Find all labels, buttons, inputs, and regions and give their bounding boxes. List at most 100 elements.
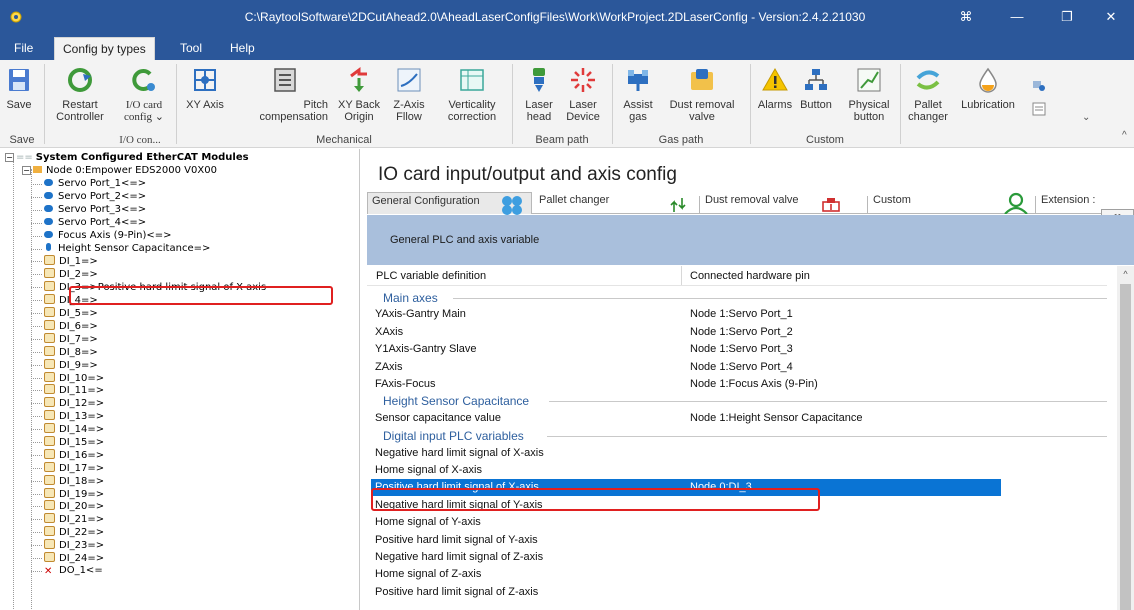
- hardware-pin-cell[interactable]: Node 1:Servo Port_2: [690, 325, 793, 340]
- xy-axis-button[interactable]: XY Axis: [182, 62, 228, 132]
- xy-back-origin-button[interactable]: XY Back Origin: [336, 62, 382, 132]
- menu-help[interactable]: Help: [222, 37, 263, 60]
- plc-variable-name[interactable]: Sensor capacitance value: [375, 411, 501, 426]
- pallet-changer-button[interactable]: Pallet changer: [906, 62, 950, 132]
- plc-variable-name[interactable]: Negative hard limit signal of X-axis: [375, 446, 544, 461]
- z-axis-follow-icon: [397, 68, 421, 92]
- hardware-pin-cell[interactable]: Node 1:Height Sensor Capacitance: [690, 411, 862, 426]
- tree-di-item[interactable]: DI_16=>: [44, 449, 104, 461]
- laser-head-button[interactable]: Laser head: [520, 62, 558, 132]
- hardware-pin-cell[interactable]: Node 1:Focus Axis (9-Pin): [690, 377, 818, 392]
- plc-variable-name[interactable]: Home signal of Y-axis: [375, 515, 481, 530]
- pallet-changer-icon: [916, 70, 940, 90]
- plc-variable-name[interactable]: Negative hard limit signal of Z-axis: [375, 550, 543, 565]
- small-settings-icon[interactable]: [1032, 78, 1046, 92]
- tree-di-item[interactable]: DI_7=>: [44, 333, 98, 345]
- tree-item-label: DI_20=>: [59, 501, 105, 512]
- tree-axis-item[interactable]: Focus Axis (9-Pin)<=>: [44, 230, 172, 242]
- button-config-button[interactable]: Button: [796, 62, 836, 132]
- hardware-pin-cell[interactable]: Node 1:Servo Port_4: [690, 360, 793, 375]
- plc-variable-name[interactable]: ZAxis: [375, 360, 403, 375]
- tree-di-item[interactable]: DI_17=>: [44, 462, 104, 474]
- column-header-hardware-pin[interactable]: Connected hardware pin: [690, 269, 810, 284]
- digital-input-icon: [44, 500, 55, 510]
- plc-variable-name[interactable]: XAxis: [375, 325, 403, 340]
- plc-variable-name[interactable]: Positive hard limit signal of Z-axis: [375, 585, 538, 600]
- tree-di-item[interactable]: DI_22=>: [44, 526, 104, 538]
- plc-variable-name[interactable]: Home signal of X-axis: [375, 463, 482, 478]
- plc-variable-name[interactable]: FAxis-Focus: [375, 377, 436, 392]
- tab-extension[interactable]: Extension :: [1037, 192, 1101, 214]
- tree-di-item[interactable]: DI_11=>: [44, 384, 104, 396]
- menu-tool[interactable]: Tool: [172, 37, 210, 60]
- servo-port-icon: [44, 231, 53, 238]
- dust-removal-valve-button[interactable]: Dust removal valve: [660, 62, 744, 132]
- tree-di-item[interactable]: DI_8=>: [44, 346, 98, 358]
- tree-di-item[interactable]: DI_14=>: [44, 423, 104, 435]
- lubrication-button[interactable]: Lubrication: [958, 62, 1018, 132]
- ribbon-expand-chevron-icon[interactable]: ⌄: [1082, 112, 1090, 123]
- tree-di-item[interactable]: DI_12=>: [44, 397, 104, 409]
- tree-guide: [31, 455, 42, 456]
- io-card-config-button[interactable]: I/O card config ⌄: [116, 62, 172, 132]
- scroll-thumb[interactable]: [1120, 284, 1131, 610]
- tab-dust-removal-valve[interactable]: Dust removal valve: [701, 192, 831, 214]
- tree-axis-item[interactable]: Height Sensor Capacitance=>: [44, 243, 210, 255]
- verticality-correction-button[interactable]: Verticality correction: [440, 62, 504, 132]
- alarms-button[interactable]: Alarms: [756, 62, 794, 132]
- pitch-compensation-button[interactable]: Pitch compensation: [240, 62, 330, 132]
- tree-di-item[interactable]: DI_24=>: [44, 552, 104, 564]
- tab-pallet-changer[interactable]: Pallet changer: [535, 192, 660, 214]
- scroll-up-icon[interactable]: ^: [1117, 266, 1134, 283]
- tree-di-item[interactable]: DI_9=>: [44, 359, 98, 371]
- tree-di-item[interactable]: DI_18=>: [44, 475, 104, 487]
- tree-di-item[interactable]: DI_20=>: [44, 500, 104, 512]
- tree-item-label: DI_12=>: [59, 398, 105, 409]
- hardware-pin-cell[interactable]: Node 1:Servo Port_1: [690, 307, 793, 322]
- tree-item-label: DI_15=>: [59, 437, 105, 448]
- tree-guide: [31, 545, 42, 546]
- restore-layout-icon[interactable]: ⌘: [943, 0, 989, 34]
- tree-di-item[interactable]: DI_19=>: [44, 488, 104, 500]
- plc-variable-name[interactable]: YAxis-Gantry Main: [375, 307, 466, 322]
- tree-di-item[interactable]: DI_6=>: [44, 320, 98, 332]
- tab-custom[interactable]: Custom: [869, 192, 989, 214]
- assist-gas-button[interactable]: Assist gas: [620, 62, 656, 132]
- maximize-button[interactable]: ❐: [1044, 0, 1090, 34]
- save-button[interactable]: Save: [2, 62, 36, 132]
- hardware-pin-cell[interactable]: Node 1:Servo Port_3: [690, 342, 793, 357]
- plc-variable-name[interactable]: Y1Axis-Gantry Slave: [375, 342, 476, 357]
- menu-file[interactable]: File: [6, 37, 41, 60]
- tab-general-configuration[interactable]: General Configuration: [367, 192, 532, 215]
- assist-gas-icon: [628, 70, 648, 91]
- tree-di-item[interactable]: DI_10=>: [44, 372, 104, 384]
- tree-di-item[interactable]: DI_5=>: [44, 307, 98, 319]
- ribbon-collapse-icon[interactable]: ^: [1122, 130, 1127, 141]
- tree-axis-item[interactable]: Servo Port_4<=>: [44, 217, 146, 229]
- tree-axis-item[interactable]: Servo Port_1<=>: [44, 178, 146, 190]
- tree-di-item[interactable]: DI_2=>: [44, 268, 98, 280]
- close-button[interactable]: ✕: [1088, 0, 1134, 34]
- tree-axis-item[interactable]: Servo Port_2<=>: [44, 191, 146, 203]
- laser-device-button[interactable]: Laser Device: [560, 62, 606, 132]
- tree-do-item[interactable]: ✕ DO_1<=: [44, 565, 103, 577]
- tree-di-item[interactable]: DI_21=>: [44, 513, 104, 525]
- tree-di-item[interactable]: DI_13=>: [44, 410, 104, 422]
- minimize-button[interactable]: —: [994, 0, 1040, 34]
- tree-item-label: DI_7=>: [59, 334, 98, 345]
- column-header-plc-variable[interactable]: PLC variable definition: [376, 269, 486, 284]
- menu-config-by-types[interactable]: Config by types: [54, 37, 155, 60]
- plc-variable-name[interactable]: Home signal of Z-axis: [375, 567, 481, 582]
- plc-variable-name[interactable]: Positive hard limit signal of Y-axis: [375, 533, 538, 548]
- restart-controller-button[interactable]: Restart Controller: [50, 62, 110, 132]
- small-list-icon[interactable]: [1032, 102, 1046, 116]
- xy-back-origin-icon: [350, 67, 367, 92]
- tree-guide: [31, 352, 42, 353]
- tree-di-item[interactable]: DI_1=>: [44, 255, 98, 267]
- tree-di-item[interactable]: DI_15=>: [44, 436, 104, 448]
- tree-di-item[interactable]: DI_23=>: [44, 539, 104, 551]
- z-axis-follow-button[interactable]: Z-Axis Fllow: [386, 62, 432, 132]
- vertical-scrollbar[interactable]: ^: [1117, 266, 1134, 610]
- physical-button-button[interactable]: Physical button: [844, 62, 894, 132]
- tree-axis-item[interactable]: Servo Port_3<=>: [44, 204, 146, 216]
